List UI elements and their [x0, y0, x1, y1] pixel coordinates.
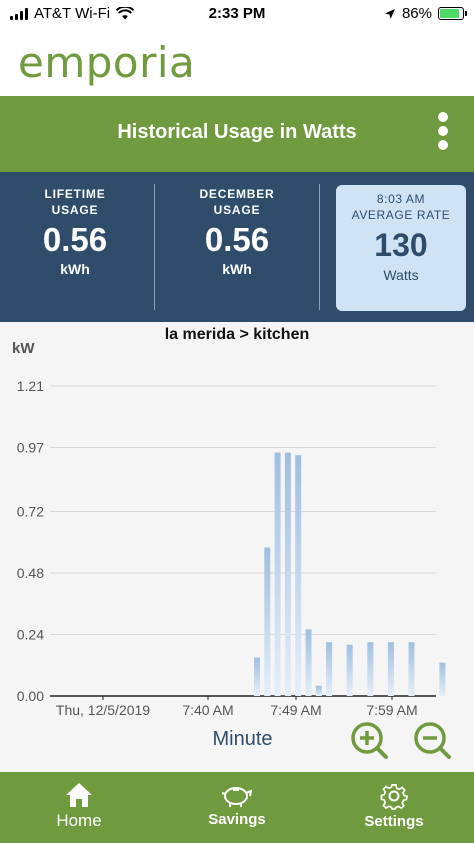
page-title: Historical Usage in Watts — [117, 121, 357, 143]
y-tick-label: 0.24 — [17, 627, 44, 643]
usage-bar[interactable] — [367, 642, 374, 696]
lifetime-label-line1: LIFETIME — [44, 187, 106, 201]
usage-bar[interactable] — [254, 657, 260, 696]
usage-bar[interactable] — [305, 629, 312, 696]
stat-divider — [319, 184, 320, 310]
x-tick-label: 7:40 AM — [182, 702, 233, 718]
usage-bar[interactable] — [284, 452, 291, 696]
lifetime-label-line2: USAGE — [51, 203, 99, 217]
piggy-bank-icon — [221, 787, 253, 807]
usage-bar[interactable] — [295, 455, 302, 696]
emporia-logo: emporia — [18, 38, 196, 87]
battery-percent: 86% — [401, 5, 432, 22]
bottom-nav: Home Savings Settings — [0, 772, 474, 843]
nav-savings-label: Savings — [208, 811, 266, 828]
month-unit: kWh — [222, 261, 252, 277]
lifetime-usage-stat: LIFETIME USAGE 0.56 kWh — [0, 186, 150, 277]
rate-label: AVERAGE RATE — [351, 208, 451, 222]
usage-bar[interactable] — [315, 685, 322, 696]
home-icon — [66, 783, 92, 807]
month-usage-stat: DECEMBER USAGE 0.56 kWh — [162, 186, 312, 277]
nav-settings-label: Settings — [364, 813, 424, 830]
location-arrow-icon — [384, 8, 395, 19]
x-tick-label: 7:59 AM — [366, 702, 417, 718]
rate-unit: Watts — [383, 267, 419, 283]
x-axis-title: Minute — [212, 728, 273, 750]
usage-bar[interactable] — [264, 547, 271, 696]
logo-row: emporia — [0, 28, 474, 96]
usage-bar[interactable] — [439, 662, 446, 696]
chart-title: la merida > kitchen — [164, 326, 310, 343]
y-tick-label: 0.48 — [17, 565, 44, 581]
stat-divider — [154, 184, 155, 310]
usage-chart-area[interactable]: kW 1.21 0.97 0.72 0.48 0.24 0.00 Thu, 12/5/2019… — [0, 322, 474, 772]
usage-bar[interactable] — [408, 642, 415, 696]
x-tick-label: Thu, 12/5/2019 — [56, 702, 150, 718]
nav-savings[interactable]: Savings — [187, 782, 287, 828]
x-tick-label: 7:49 AM — [270, 702, 321, 718]
month-value: 0.56 — [204, 221, 270, 258]
gear-icon — [380, 784, 408, 810]
usage-bar[interactable] — [387, 642, 394, 696]
usage-bar[interactable] — [326, 642, 333, 696]
usage-bar[interactable] — [274, 452, 281, 696]
month-label-line1: DECEMBER — [199, 187, 275, 201]
nav-home[interactable]: Home — [29, 782, 129, 831]
zoom-out-icon[interactable] — [412, 720, 452, 760]
battery-icon — [438, 7, 467, 20]
zoom-in-icon[interactable] — [349, 720, 389, 760]
rate-value: 130 — [374, 227, 428, 263]
y-tick-label: 0.97 — [17, 439, 44, 455]
nav-home-label: Home — [56, 811, 102, 830]
rate-time-label: 8:03 AM — [376, 192, 426, 206]
y-tick-label: 0.00 — [17, 688, 44, 704]
status-bar: AT&T Wi-Fi 2:33 PM 86% — [0, 0, 474, 28]
page-header: Historical Usage in Watts — [0, 96, 474, 172]
lifetime-unit: kWh — [60, 261, 90, 277]
average-rate-stat[interactable]: 8:03 AM AVERAGE RATE 130 Watts — [336, 185, 466, 311]
status-right: 86% — [384, 5, 467, 22]
month-label-line2: USAGE — [213, 203, 261, 217]
y-tick-label: 0.72 — [17, 504, 44, 520]
usage-stats-panel: LIFETIME USAGE 0.56 kWh DECEMBER USAGE 0… — [0, 172, 474, 322]
more-menu-icon[interactable] — [436, 112, 450, 152]
y-tick-label: 1.21 — [17, 378, 44, 394]
usage-bar[interactable] — [346, 644, 353, 696]
nav-settings[interactable]: Settings — [344, 782, 444, 830]
usage-chart[interactable]: kW1.210.970.720.480.240.00Thu, 12/5/2019… — [0, 322, 474, 722]
lifetime-value: 0.56 — [42, 221, 108, 258]
